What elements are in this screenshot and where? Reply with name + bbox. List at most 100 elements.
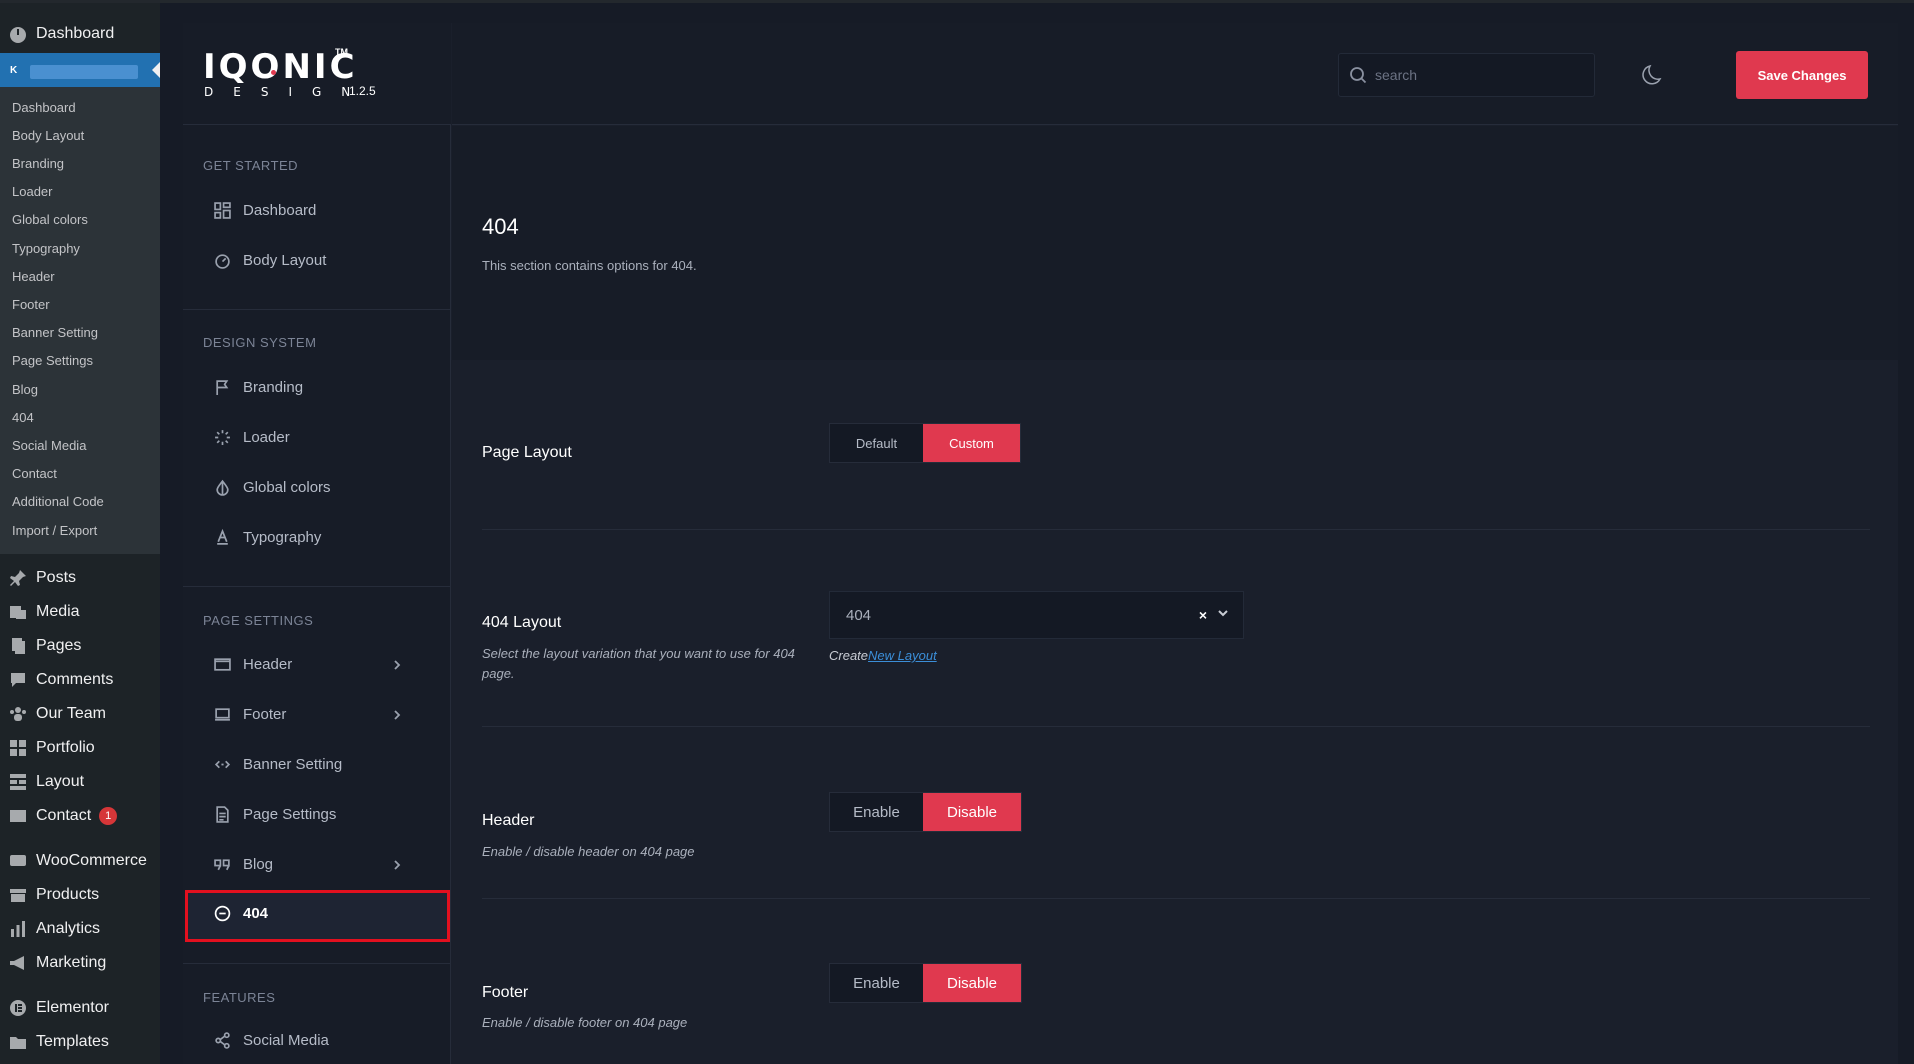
comments-icon: [0, 670, 36, 690]
woo-icon: [0, 851, 36, 871]
page-layout-custom-option[interactable]: Custom: [923, 424, 1020, 462]
wp-menu-marketing[interactable]: Marketing: [0, 946, 160, 980]
wp-submenu-item[interactable]: Dashboard: [12, 100, 76, 115]
quote-icon: [203, 856, 243, 873]
wp-submenu-item[interactable]: Header: [12, 269, 55, 284]
wp-submenu-item[interactable]: Page Settings: [12, 353, 93, 368]
wp-menu-dashboard[interactable]: Dashboard: [0, 17, 160, 51]
wp-submenu-item[interactable]: Typography: [12, 241, 80, 256]
nav-blog[interactable]: Blog: [203, 844, 415, 884]
team-icon: [0, 704, 36, 724]
flag-icon: [203, 379, 243, 396]
wp-menu-label: Products: [36, 886, 100, 903]
top-strip: [0, 0, 1914, 3]
wp-menu-comments[interactable]: Comments: [0, 663, 160, 697]
wp-menu-current-plugin[interactable]: K: [0, 53, 160, 87]
nav-banner-setting[interactable]: Banner Setting: [203, 744, 415, 784]
nav-label: Dashboard: [243, 201, 317, 219]
page-description: This section contains options for 404.: [482, 258, 697, 273]
wp-menu-label: Comments: [36, 671, 114, 688]
wp-menu-analytics[interactable]: Analytics: [0, 912, 160, 946]
wp-menu-media[interactable]: Media: [0, 595, 160, 629]
wp-admin-sidebar: Dashboard K Dashboard Body Layout Brandi…: [0, 3, 160, 1064]
loader-icon: [203, 429, 243, 446]
nav-label: Loader: [243, 428, 290, 446]
footer-enable-option[interactable]: Enable: [830, 964, 923, 1002]
new-layout-link[interactable]: New Layout: [868, 648, 937, 663]
layout-404-value: 404: [846, 606, 872, 624]
wp-menu-label: Templates: [36, 1033, 109, 1050]
nav-social-media[interactable]: Social Media: [203, 1020, 415, 1060]
section-intro: [452, 126, 1898, 360]
products-icon: [0, 885, 36, 905]
wp-submenu-item[interactable]: Blog: [12, 382, 38, 397]
grid-icon: [203, 201, 243, 219]
wp-submenu-item[interactable]: Banner Setting: [12, 325, 98, 340]
wp-submenu-item[interactable]: Loader: [12, 184, 52, 199]
layout-404-select[interactable]: 404 ×: [829, 591, 1244, 639]
wp-menu-layout[interactable]: Layout: [0, 765, 160, 799]
header-setting-help: Enable / disable header on 404 page: [482, 844, 695, 859]
nav-branding[interactable]: Branding: [203, 367, 415, 407]
typography-icon: [203, 528, 243, 546]
wp-submenu-item[interactable]: 404: [12, 410, 34, 425]
layout-icon: [0, 772, 36, 792]
wp-menu-our-team[interactable]: Our Team: [0, 697, 160, 731]
row-divider: [482, 529, 1870, 530]
wp-submenu-item[interactable]: Global colors: [12, 212, 88, 227]
wp-menu-elementor[interactable]: Elementor: [0, 991, 160, 1025]
version-label: 1.2.5: [349, 84, 376, 98]
folder-icon: [0, 1032, 36, 1052]
nav-body-layout[interactable]: Body Layout: [203, 240, 415, 280]
wp-submenu-item[interactable]: Contact: [12, 466, 57, 481]
wp-menu-contact[interactable]: Contact 1: [0, 799, 160, 833]
wp-menu-posts[interactable]: Posts: [0, 561, 160, 595]
header-enable-option[interactable]: Enable: [830, 793, 923, 831]
laptop-icon: [203, 706, 243, 723]
wp-menu-products[interactable]: Products: [0, 878, 160, 912]
nav-header[interactable]: Header: [203, 644, 415, 684]
nav-label: Branding: [243, 378, 304, 396]
nav-404[interactable]: 404: [203, 893, 415, 933]
wp-submenu-item[interactable]: Body Layout: [12, 128, 84, 143]
header-enable-toggle: Enable Disable: [829, 792, 1022, 832]
wp-menu-pages[interactable]: Pages: [0, 629, 160, 663]
dark-mode-toggle[interactable]: [1640, 60, 1668, 88]
nav-page-settings[interactable]: Page Settings: [203, 794, 415, 834]
row-divider: [482, 898, 1870, 899]
analytics-icon: [0, 919, 36, 939]
search-box[interactable]: [1338, 53, 1595, 97]
nav-label: Banner Setting: [243, 755, 343, 773]
wp-menu-templates[interactable]: Templates: [0, 1025, 160, 1059]
wp-submenu-item[interactable]: Social Media: [12, 438, 86, 453]
nav-label: Footer: [243, 705, 287, 723]
nav-label: 404: [243, 904, 269, 922]
nav-footer[interactable]: Footer: [203, 694, 415, 734]
wp-submenu-item[interactable]: Footer: [12, 297, 50, 312]
wp-submenu-item[interactable]: Additional Code: [12, 494, 104, 509]
contrast-icon: [203, 479, 243, 496]
wp-menu-portfolio[interactable]: Portfolio: [0, 731, 160, 765]
section-get-started: GET STARTED: [203, 158, 299, 173]
page-layout-default-option[interactable]: Default: [830, 424, 923, 462]
wp-submenu-item[interactable]: Branding: [12, 156, 64, 171]
nav-dashboard[interactable]: Dashboard: [203, 190, 415, 230]
nav-loader[interactable]: Loader: [203, 417, 415, 457]
footer-disable-option[interactable]: Disable: [923, 964, 1021, 1002]
minus-circle-icon: [203, 905, 243, 922]
logo-trademark: TM: [335, 47, 348, 57]
wp-submenu-item[interactable]: Import / Export: [12, 523, 97, 538]
section-design-system: DESIGN SYSTEM: [203, 335, 317, 350]
nav-global-colors[interactable]: Global colors: [203, 467, 415, 507]
nav-divider: [183, 309, 451, 310]
chevron-down-icon[interactable]: [1217, 606, 1243, 624]
nav-typography[interactable]: Typography: [203, 517, 415, 557]
chevron-right-icon: [391, 708, 403, 725]
create-layout-line: CreateNew Layout: [829, 648, 937, 663]
plugin-name-redacted: [30, 65, 138, 79]
search-input[interactable]: [1375, 67, 1575, 83]
header-disable-option[interactable]: Disable: [923, 793, 1021, 831]
save-changes-button[interactable]: Save Changes: [1736, 51, 1868, 99]
wp-menu-woocommerce[interactable]: WooCommerce: [0, 844, 160, 878]
clear-icon[interactable]: ×: [1199, 607, 1207, 623]
